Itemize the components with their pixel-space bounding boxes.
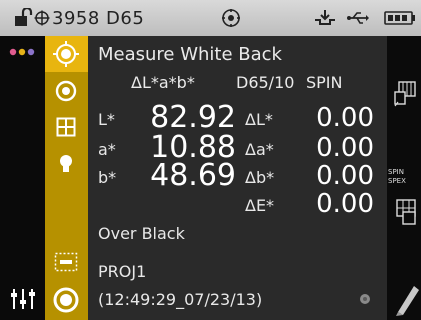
project-name[interactable]: PROJ1 <box>98 262 146 281</box>
a-star-label: a* <box>98 140 116 159</box>
circle-target-icon[interactable] <box>55 80 77 102</box>
b-star-label: b* <box>98 168 117 187</box>
status-dot-icon <box>359 293 371 305</box>
dots-menu-icon[interactable] <box>9 47 37 57</box>
timestamp: (12:49:29_07/23/13) <box>98 290 263 309</box>
usb-icon <box>346 0 370 36</box>
record-icon[interactable] <box>53 287 79 313</box>
delta-a-label: Δa* <box>245 140 274 159</box>
pencil-edit-icon[interactable] <box>392 282 420 316</box>
left-strip <box>0 36 45 320</box>
status-bar: 3958 D65 <box>0 0 421 37</box>
app-screen: 3958 D65 Measure White Back ΔL*a*b* D65/… <box>0 0 421 320</box>
spin-spex-toggle[interactable]: SPIN SPEX <box>388 168 406 186</box>
b-star-value: 48.69 <box>150 158 236 193</box>
spex-label-small: SPEX <box>388 177 406 185</box>
target-mode-icon[interactable] <box>52 40 80 68</box>
unlock-icon[interactable] <box>14 0 34 36</box>
tray-download-icon <box>313 0 337 36</box>
measure-title: Measure White Back <box>98 44 282 65</box>
spin-label[interactable]: SPIN <box>306 73 343 92</box>
l-star-label: L* <box>98 110 115 129</box>
mode-menu-bar <box>45 36 88 320</box>
grid-icon[interactable] <box>56 117 76 137</box>
compare-samples-icon[interactable] <box>393 80 419 108</box>
delta-e-label: ΔE* <box>245 196 275 215</box>
delta-l-label: ΔL* <box>245 110 273 129</box>
lightbulb-icon[interactable] <box>59 154 73 174</box>
spin-label-small: SPIN <box>388 168 404 176</box>
color-space-label[interactable]: ΔL*a*b* <box>131 73 195 92</box>
delta-b-label: Δb* <box>245 168 275 187</box>
aperture-icon <box>221 0 241 36</box>
battery-icon <box>384 0 416 36</box>
background-label: Over Black <box>98 224 185 243</box>
sample-grid-icon[interactable] <box>393 198 419 226</box>
delta-b-value: 0.00 <box>316 161 374 191</box>
delta-l-value: 0.00 <box>316 103 374 133</box>
project-folder-icon[interactable] <box>54 252 78 272</box>
target-crosshair-icon <box>34 0 50 36</box>
delta-e-value: 0.00 <box>316 189 374 219</box>
settings-sliders-icon[interactable] <box>10 287 36 311</box>
illuminant-label[interactable]: D65/10 <box>236 73 294 92</box>
device-label: 3958 D65 <box>52 7 145 29</box>
delta-a-value: 0.00 <box>316 133 374 163</box>
